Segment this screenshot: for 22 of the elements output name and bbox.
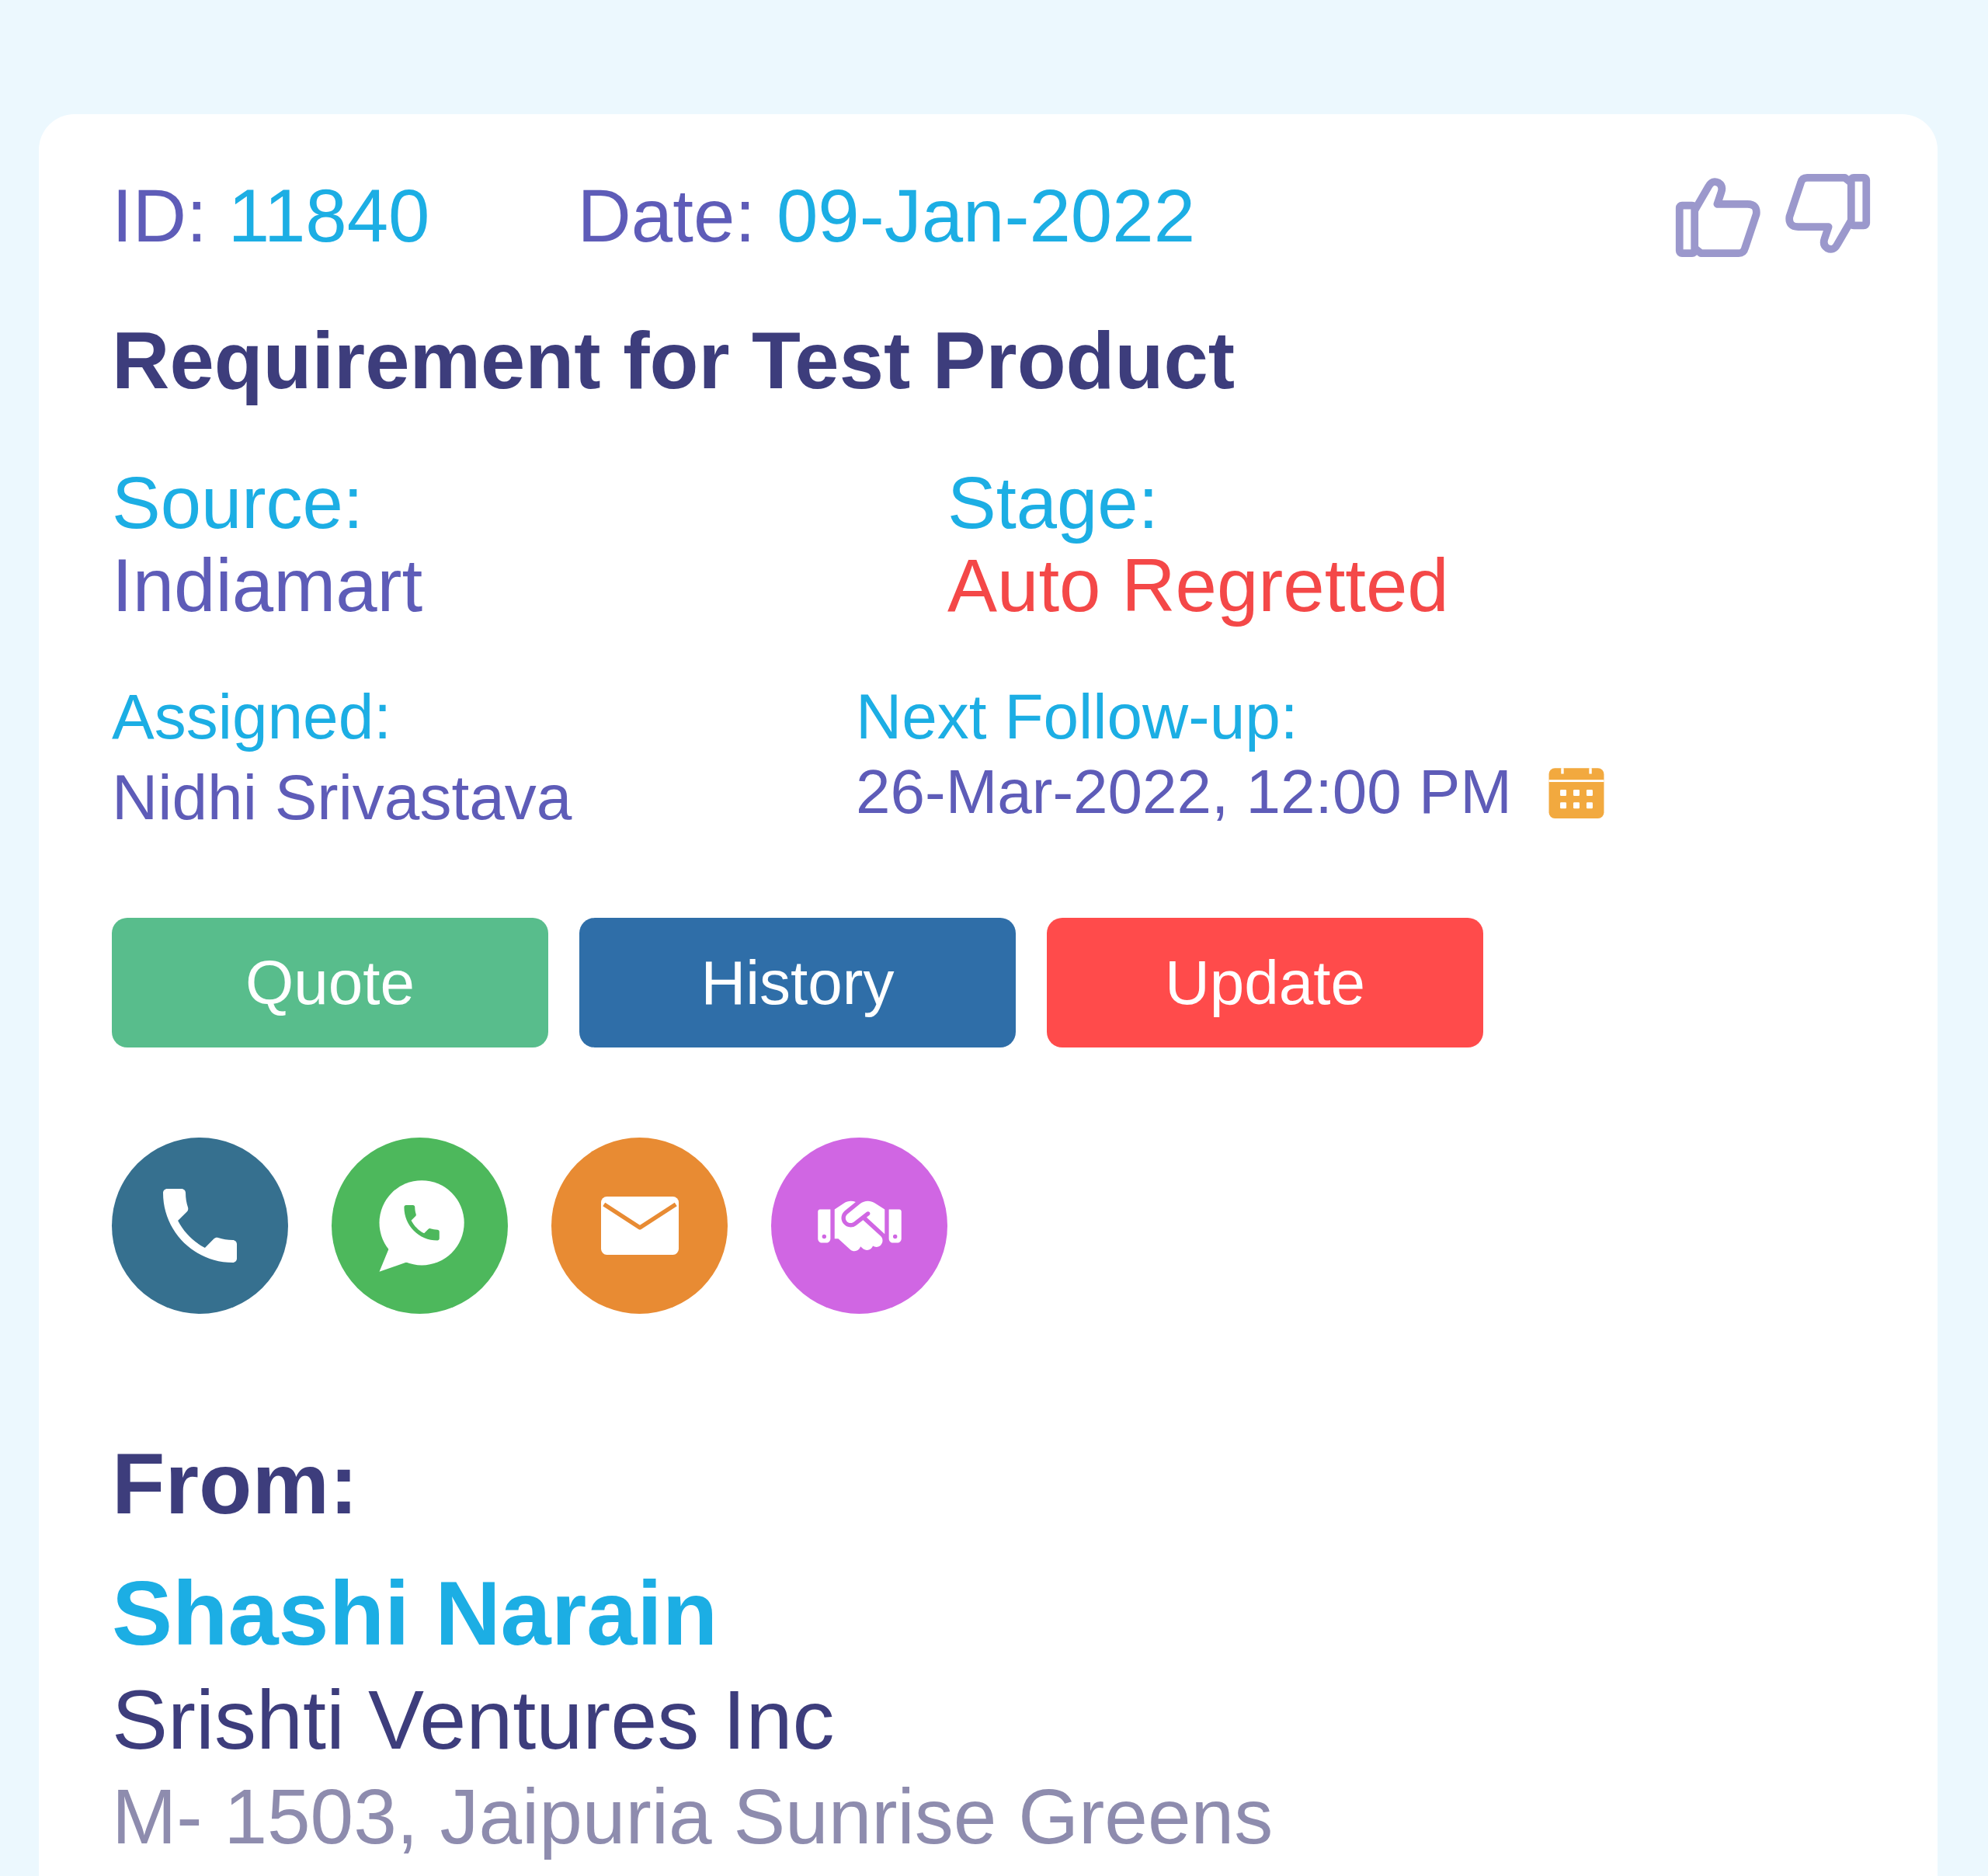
mail-icon <box>600 1197 679 1256</box>
assigned-label: Assigned: <box>112 679 392 753</box>
id-value: 11840 <box>228 172 430 259</box>
contact-name: Shashi Narain <box>112 1561 718 1666</box>
date-value: 09-Jan-2022 <box>776 172 1195 259</box>
source-label: Source: <box>112 462 363 543</box>
from-label: From: <box>112 1434 359 1534</box>
stage-label: Stage: <box>947 462 1159 543</box>
phone-icon <box>163 1189 237 1263</box>
stage-value: Auto Regretted <box>947 544 1449 627</box>
assigned-value: Nidhi Srivastava <box>112 760 572 834</box>
follow-up-label: Next Follow-up: <box>856 679 1298 753</box>
id-label: ID: <box>112 172 207 259</box>
update-button[interactable]: Update <box>1047 918 1483 1048</box>
date-label: Date: <box>577 172 756 259</box>
company-name: Srishti Ventures Inc <box>112 1673 835 1767</box>
source-value: Indiamart <box>112 544 423 627</box>
quote-button[interactable]: Quote <box>112 918 548 1048</box>
history-button[interactable]: History <box>579 918 1016 1048</box>
lead-title: Requirement for Test Product <box>112 315 1235 407</box>
follow-up-value: 26-Mar-2022, 12:00 PM <box>856 756 1512 828</box>
address-text: M- 1503, Jaipuria Sunrise Greens <box>112 1774 1274 1860</box>
